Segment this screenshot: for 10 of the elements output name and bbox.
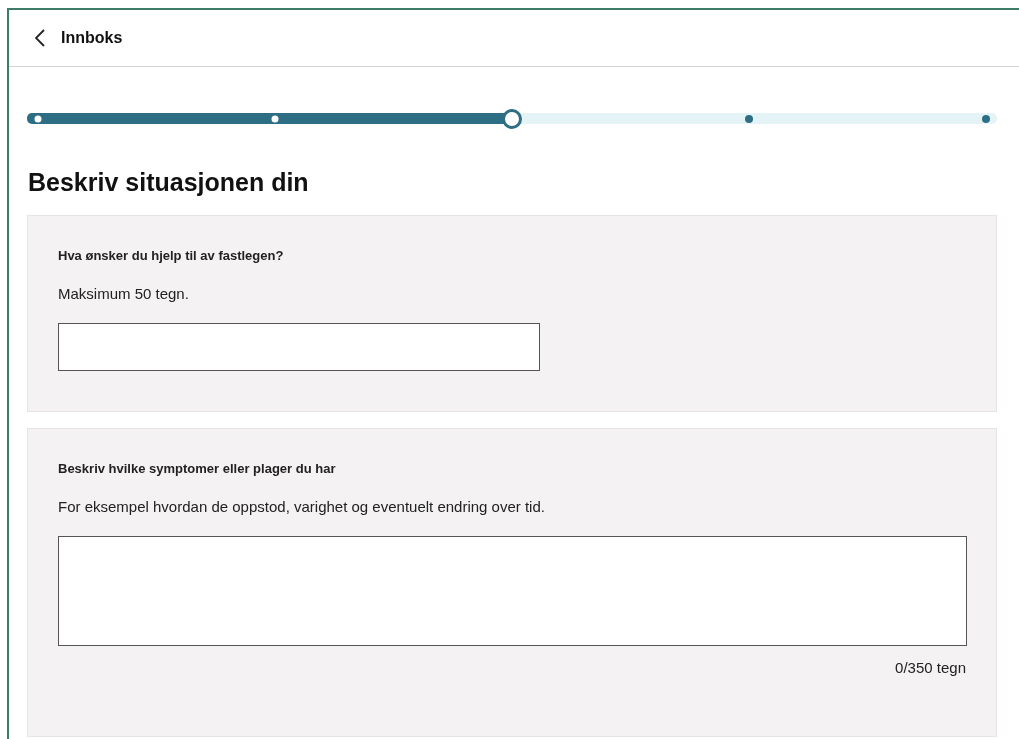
question-label: Beskriv hvilke symptomer eller plager du har: [58, 461, 337, 476]
hint-text: Maksimum 50 tegn.: [58, 285, 190, 302]
back-link[interactable]: Innboks: [35, 29, 123, 47]
text-area[interactable]: [58, 536, 967, 646]
character-counter: 0/350 tegn: [894, 659, 966, 678]
back-icon: [35, 29, 45, 47]
input-field[interactable]: [58, 323, 540, 371]
question-label: Hva ønsker du hjelp til av fastlegen?: [58, 248, 285, 263]
page-title: Beskriv situasjonen din: [28, 168, 310, 197]
hint-text: For eksempel hvordan de oppstod, varighet og eventuelt endring over tid.: [58, 498, 546, 515]
